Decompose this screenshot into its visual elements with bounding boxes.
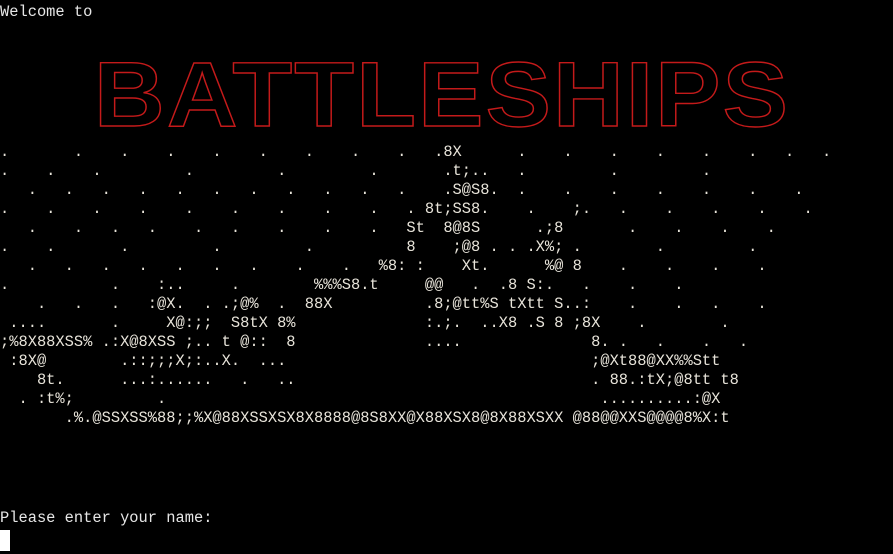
ascii-art-line: . . :.. . %%%S8.t @@ . .8 S:. . . . [0,276,684,294]
ascii-art-line: . . . . . . . . . %8: : Xt. %@ 8 . . . . [0,257,767,275]
terminal-screen: Welcome to BATTLESHIPS . . . . . . . . .… [0,0,893,554]
text-input-cursor[interactable] [0,530,10,551]
ascii-art-battleship: . . . . . . . . . .8X . . . . . . . . . … [0,143,831,428]
logo-text: BATTLESHIPS [94,44,790,138]
ascii-art-line: . . . . . . . . . . . .S@S8. . . . . . .… [0,181,804,199]
battleships-logo: BATTLESHIPS [93,43,790,138]
ascii-art-line: . . . . . . . . . . 8t;SS8. . ;. . . . .… [0,200,813,218]
ascii-art-line: 8t. ...:...... . .. . 88.:tX;@8tt t8 [0,371,739,389]
ascii-art-line: . . . :@X. . .;@% . 88X .8;@tt%S tXtt S.… [0,295,767,313]
ascii-art-line: . . . . . 8 ;@8 . . .X%; . . . [0,238,758,256]
ascii-art-line: .... . X@:;; S8tX 8% :.;. ..X8 .S 8 ;8X … [0,314,730,332]
ascii-art-line: ;%8X88XSS% .:X@8XSS ;.. t @:: 8 .... 8. … [0,333,749,351]
ascii-art-line: . . . . . . . . . .8X . . . . . . . . [0,143,832,161]
ascii-art-line: :8X@ .::;;;X;:..X. ... ;@Xt88@XX%%Stt [0,352,721,370]
ascii-art-line: . :t%; . ..........:@X [0,390,721,408]
name-prompt: Please enter your name: [0,509,213,527]
ascii-art-line: . . . . . . . . . St 8@8S .;8 . . . . [0,219,776,237]
welcome-text: Welcome to [0,3,93,21]
ascii-art-line: .%.@SSXSS%88;;%X@88XSSXSX8X8888@8S8XX@X8… [0,409,730,427]
ascii-art-line: . . . . . . .t;.. . . . [0,162,712,180]
